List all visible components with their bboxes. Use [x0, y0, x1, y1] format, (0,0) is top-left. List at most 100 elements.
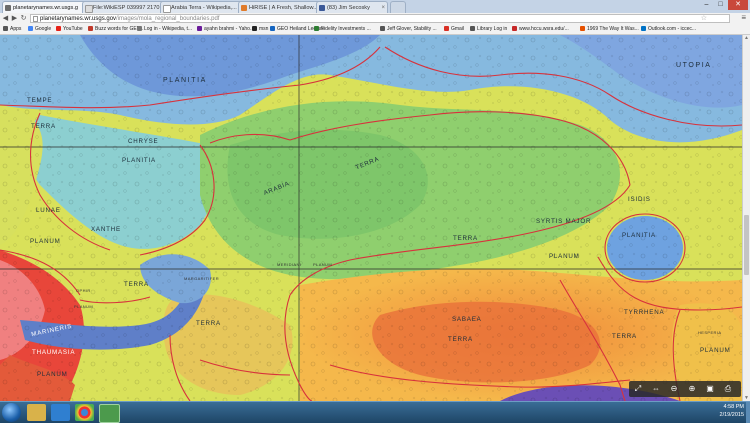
label-terra-lower: TERRA — [612, 333, 637, 340]
pdf-toolbar: ⤢ ⇔ ⊖ ⊕ ▣ ⎙ — [629, 381, 741, 397]
bookmark-item[interactable]: Gmail — [444, 24, 464, 34]
close-window-button[interactable]: ✕ — [728, 0, 748, 10]
bookmark-item[interactable]: 1969 The Way It Was... — [580, 24, 639, 34]
bookmark-label: msn — [259, 26, 269, 32]
label-lunae: LUNAE — [36, 207, 61, 214]
bookmark-item[interactable]: Google — [28, 24, 51, 34]
bookmark-favicon-icon — [512, 26, 517, 31]
label-isidis: ISIDIS — [628, 196, 651, 203]
label-hesperia-planum: PLANUM — [700, 347, 731, 354]
bookmark-item[interactable]: Outlook.com - iccec... — [641, 24, 696, 34]
address-bar[interactable]: planetarynames.wr.usgs.gov/images/mola_r… — [30, 14, 730, 23]
bookmark-favicon-icon — [641, 26, 646, 31]
print-icon[interactable]: ⎙ — [722, 383, 734, 395]
bookmark-label: Jeff Glover, Stability ... — [387, 26, 437, 32]
bookmark-item[interactable]: YouTube — [56, 24, 83, 34]
tab-facebook[interactable]: (83) Jim Secosky × — [316, 1, 388, 13]
bookmark-favicon-icon — [56, 26, 61, 31]
tab-title: (83) Jim Secosky — [327, 5, 370, 11]
bookmark-favicon-icon — [88, 26, 93, 31]
bookmark-item[interactable]: Apps — [3, 24, 21, 34]
explorer-icon[interactable] — [27, 404, 46, 421]
tab-strip: planetarynames.wr.usgs.g × File:WikiESP … — [0, 0, 750, 14]
pdf-favicon-icon — [5, 5, 11, 11]
topographic-map-image — [0, 35, 742, 401]
scroll-up-icon[interactable]: ▲ — [743, 35, 750, 41]
tab-title: Arabia Terra - Wikipedia,... — [171, 5, 237, 11]
reload-icon[interactable]: ↻ — [19, 14, 28, 23]
maximize-button[interactable]: □ — [714, 0, 727, 10]
bookmark-item[interactable]: Library Log in — [470, 24, 507, 34]
label-planitia-north: PLANITIA — [163, 77, 207, 84]
bookmark-favicon-icon — [137, 26, 142, 31]
hirise-favicon-icon — [241, 5, 247, 11]
save-icon[interactable]: ▣ — [704, 383, 716, 395]
bookmark-favicon-icon — [380, 26, 385, 31]
bookmark-item[interactable]: ayahn brahmi - Yaho... — [197, 24, 254, 34]
bookmark-label: YouTube — [63, 26, 83, 32]
back-button[interactable]: ◀ — [1, 14, 10, 23]
bookmark-label: 1969 The Way It Was... — [587, 26, 639, 32]
bookmark-favicon-icon — [197, 26, 202, 31]
bookmark-favicon-icon — [444, 26, 449, 31]
label-isidis-planitia: PLANITIA — [622, 232, 656, 239]
bookmark-favicon-icon — [3, 26, 8, 31]
bookmark-favicon-icon — [270, 26, 275, 31]
tab-arabia-terra[interactable]: Arabia Terra - Wikipedia,... × — [160, 1, 246, 13]
mars-regional-map: PLANITIA UTOPIA TEMPE TERRA CHRYSE PLANI… — [0, 35, 742, 401]
label-syrtis-major: SYRTIS MAJOR — [536, 218, 592, 225]
label-meridiani: MERIDIANI — [277, 262, 302, 267]
tab-usgs-pdf[interactable]: planetarynames.wr.usgs.g × — [2, 1, 92, 13]
chrome-window-icon[interactable] — [99, 404, 120, 423]
start-button[interactable] — [2, 403, 21, 422]
toolbar: ◀ ▶ ↻ planetarynames.wr.usgs.gov/images/… — [0, 13, 750, 24]
facebook-favicon-icon — [319, 5, 325, 11]
bookmark-favicon-icon — [314, 26, 319, 31]
zoom-out-icon[interactable]: ⊖ — [668, 383, 680, 395]
label-thaumasia: THAUMASIA — [32, 349, 76, 356]
tab-hirise[interactable]: HiRISE | A Fresh, Shallow... × — [238, 1, 324, 13]
clock-date: 2/19/2015 — [719, 412, 744, 418]
tab-wiki-file[interactable]: File:WikiESP 039997 2170... × — [82, 1, 168, 13]
forward-button[interactable]: ▶ — [10, 14, 19, 23]
label-lunae-planum: PLANUM — [30, 238, 61, 245]
chrome-icon[interactable] — [75, 404, 94, 421]
bookmark-label: www.hccu.wsra.edu/... — [519, 26, 569, 32]
fit-width-icon[interactable]: ⇔ — [650, 383, 662, 395]
bookmark-item[interactable]: Fidelity Investments ... — [314, 24, 371, 34]
bookmark-item[interactable]: Buzz words for GEP... — [88, 24, 144, 34]
windows-taskbar: 4:58 PM 2/19/2015 — [0, 401, 750, 423]
bookmark-star-icon[interactable]: ☆ — [701, 15, 707, 23]
bookmark-label: Gmail — [451, 26, 465, 32]
tab-title: planetarynames.wr.usgs.g — [13, 5, 78, 11]
new-tab-button[interactable] — [390, 1, 406, 13]
internet-explorer-icon[interactable] — [51, 404, 70, 421]
bookmark-favicon-icon — [580, 26, 585, 31]
wiki-favicon-icon — [163, 5, 171, 13]
clock-time: 4:58 PM — [723, 404, 744, 410]
bookmark-item[interactable]: Jeff Glover, Stability ... — [380, 24, 437, 34]
page-icon — [33, 16, 38, 22]
bookmark-item[interactable]: Log in - Wikipedia, t... — [137, 24, 192, 34]
bookmark-item[interactable]: www.hccu.wsra.edu/... — [512, 24, 569, 34]
label-ophir: OPHIR — [76, 288, 91, 293]
bookmark-favicon-icon — [470, 26, 475, 31]
bookmark-item[interactable]: msn — [252, 24, 268, 34]
minimize-button[interactable]: – — [700, 0, 713, 10]
bookmark-label: Fidelity Investments ... — [321, 26, 371, 32]
url-host: planetarynames.wr.usgs.gov — [40, 16, 117, 22]
fit-page-icon[interactable]: ⤢ — [632, 383, 644, 395]
label-utopia: UTOPIA — [676, 62, 712, 69]
show-desktop-button[interactable] — [746, 402, 750, 423]
vertical-scrollbar[interactable]: ▲ ▼ — [742, 35, 750, 401]
label-hesperia: HESPERIA — [698, 330, 722, 335]
zoom-in-icon[interactable]: ⊕ — [686, 383, 698, 395]
tab-title: File:WikiESP 039997 2170... — [93, 5, 165, 11]
bookmark-label: ayahn brahmi - Yaho... — [204, 26, 255, 32]
label-margaritifer: MARGARITIFER — [184, 276, 220, 281]
menu-icon[interactable]: ≡ — [741, 13, 746, 23]
close-tab-icon[interactable]: × — [381, 2, 385, 13]
bookmark-favicon-icon — [28, 26, 33, 31]
label-sabaea: SABAEA — [452, 316, 482, 323]
scroll-thumb[interactable] — [744, 215, 749, 275]
